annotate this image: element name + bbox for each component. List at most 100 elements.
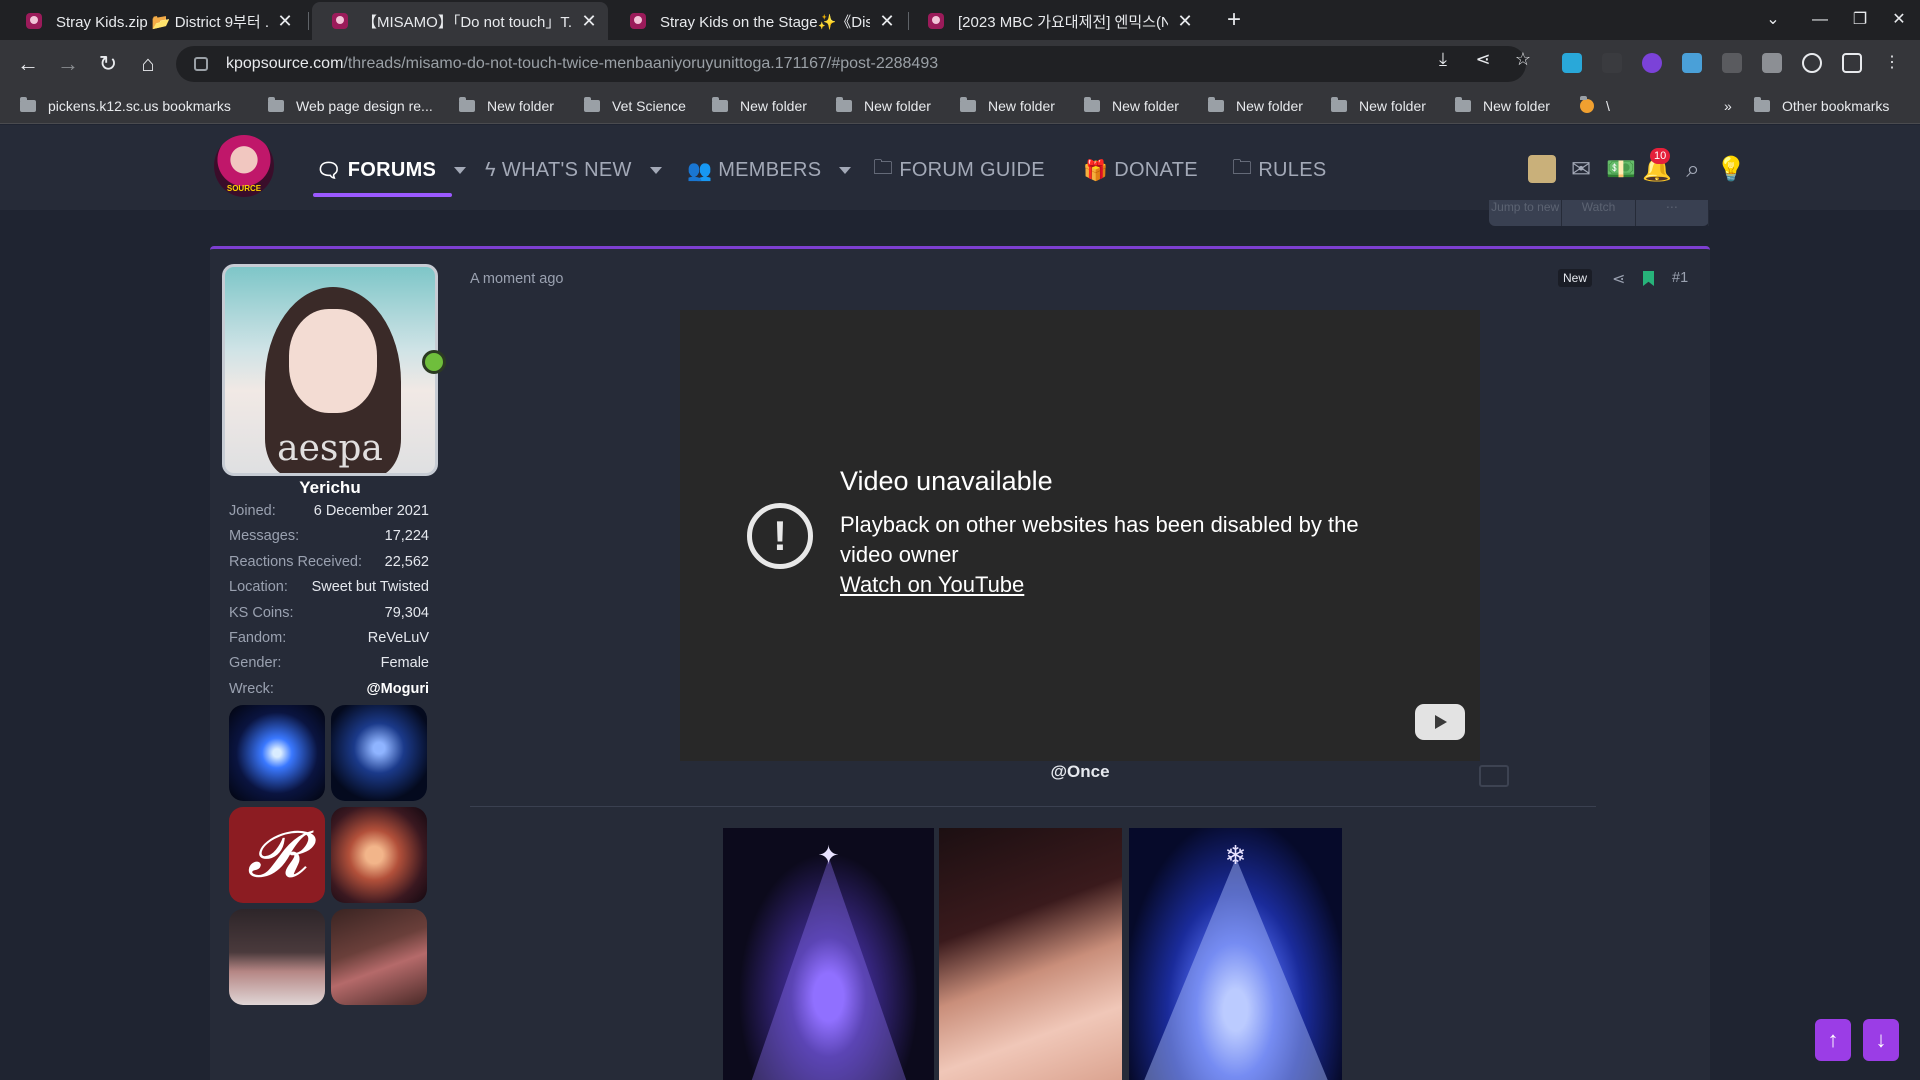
lightbulb-icon[interactable]: 💡: [1716, 155, 1746, 185]
bookmark-star-icon[interactable]: ☆: [1512, 48, 1534, 70]
blue-christmas-tree-image[interactable]: ❄: [1129, 828, 1342, 1080]
post-number[interactable]: #1: [1672, 270, 1688, 286]
performer-photo-badge[interactable]: [331, 909, 427, 1005]
folder-icon: [1754, 97, 1770, 112]
scroll-to-top-button[interactable]: ↑: [1815, 1019, 1851, 1061]
bookmark-item[interactable]: Web page design re...: [268, 96, 433, 116]
bookmark-item[interactable]: \: [1580, 96, 1610, 116]
browser-tab-2[interactable]: 【MISAMO】「Do not touch」T... ✕: [312, 2, 608, 40]
browser-tab-1[interactable]: Stray Kids.zip 📂 District 9부터 ... ✕: [6, 2, 304, 40]
galaxy-badge[interactable]: [229, 705, 325, 801]
bookmark-item[interactable]: New folder: [712, 96, 807, 116]
close-tab-icon[interactable]: ✕: [1176, 11, 1194, 32]
minimize-button[interactable]: —: [1803, 6, 1837, 34]
tab-divider: [308, 12, 309, 30]
extension-k-icon[interactable]: [1642, 53, 1662, 73]
nav-donate[interactable]: 🎁 DONATE: [1083, 155, 1198, 185]
address-bar[interactable]: kpopsource.com /threads/misamo-do-not-to…: [176, 46, 1526, 82]
extension-figure-icon[interactable]: [1602, 53, 1622, 73]
extensions-puzzle-icon[interactable]: [1762, 53, 1782, 73]
tab-strip: Stray Kids.zip 📂 District 9부터 ... ✕ 【MIS…: [0, 0, 1920, 40]
username[interactable]: Yerichu: [230, 478, 430, 498]
post-timestamp[interactable]: A moment ago: [470, 271, 564, 287]
thread-tools-button[interactable]: ⋯: [1636, 200, 1709, 226]
inbox-icon[interactable]: ✉: [1566, 155, 1596, 185]
bookmark-item[interactable]: New folder: [1208, 96, 1303, 116]
snowflake-icon: ❄: [1224, 840, 1247, 870]
back-button[interactable]: ←: [14, 50, 42, 78]
picture-in-picture-icon[interactable]: [1479, 765, 1509, 787]
tab-title: Stray Kids.zip 📂 District 9부터 ...: [56, 13, 268, 31]
star-cluster-badge[interactable]: [331, 705, 427, 801]
extension-sync-icon[interactable]: [1802, 53, 1822, 73]
red-velvet-logo-badge[interactable]: 𝓡: [229, 807, 325, 903]
browser-tab-4[interactable]: [2023 MBC 가요대제전] 엔믹스(NM... ✕: [908, 2, 1204, 40]
restore-button[interactable]: ❐: [1843, 6, 1877, 34]
bookmark-item[interactable]: New folder: [1084, 96, 1179, 116]
extension-cloud-icon[interactable]: [1562, 53, 1582, 73]
nav-members[interactable]: 👥 MEMBERS: [687, 155, 852, 185]
url-path: /threads/misamo-do-not-touch-twice-menba…: [343, 55, 939, 72]
bookmark-item[interactable]: Vet Science: [584, 96, 686, 116]
stat-joined: Joined: 6 December 2021: [229, 503, 429, 519]
bookmark-item[interactable]: New folder: [459, 96, 554, 116]
home-button[interactable]: ⌂: [134, 50, 162, 78]
reload-button[interactable]: ↻: [94, 50, 122, 78]
coins-icon[interactable]: 💵: [1606, 155, 1636, 185]
site-logo[interactable]: SOURCE: [214, 135, 274, 197]
stat-fandom: Fandom: ReVeLuV: [229, 629, 429, 646]
bookmark-item[interactable]: pickens.k12.sc.us bookmarks: [20, 96, 231, 116]
close-tab-icon[interactable]: ✕: [580, 11, 598, 32]
youtube-logo-icon[interactable]: [1415, 704, 1465, 740]
bookmark-item[interactable]: New folder: [836, 96, 931, 116]
stat-gender: Gender: Female: [229, 655, 429, 672]
nav-rules[interactable]: 🗀 RULES: [1232, 155, 1327, 185]
nebula-badge[interactable]: [331, 807, 427, 903]
stat-ks-coins: KS Coins: 79,304: [229, 604, 429, 621]
side-panel-icon[interactable]: [1842, 53, 1862, 73]
folder-icon: [712, 97, 728, 112]
chevron-down-icon[interactable]: [839, 166, 852, 174]
scroll-to-bottom-button[interactable]: ↓: [1863, 1019, 1899, 1061]
account-avatar[interactable]: [1528, 155, 1556, 183]
extension-qr-icon[interactable]: [1722, 53, 1742, 73]
close-tab-icon[interactable]: ✕: [878, 11, 896, 32]
youtube-embed[interactable]: ! Video unavailable Playback on other we…: [680, 310, 1480, 761]
folder-icon: [1084, 97, 1100, 112]
close-window-button[interactable]: ✕: [1882, 6, 1916, 34]
performer-photo[interactable]: [939, 828, 1122, 1080]
tab-search-chevron-icon[interactable]: ⌄: [1756, 6, 1790, 34]
close-tab-icon[interactable]: ✕: [276, 11, 294, 32]
folder-icon: 🗀: [873, 157, 894, 179]
nav-whats-new[interactable]: ϟ WHAT'S NEW: [485, 155, 662, 185]
user-avatar[interactable]: aespa: [222, 264, 438, 476]
new-tab-button[interactable]: +: [1220, 6, 1248, 34]
other-bookmarks[interactable]: Other bookmarks: [1754, 96, 1889, 116]
content-divider: [470, 806, 1596, 807]
folder-icon: [1208, 97, 1224, 112]
chevron-down-icon[interactable]: [454, 166, 467, 174]
bookmark-item[interactable]: New folder: [1331, 96, 1426, 116]
share-icon[interactable]: ⋖: [1612, 269, 1625, 289]
watch-on-youtube-link[interactable]: Watch on YouTube: [840, 572, 1024, 598]
nav-forums[interactable]: 🗨 FORUMS: [316, 155, 467, 185]
user-badges: 𝓡: [229, 705, 429, 1005]
bookmarks-overflow-button[interactable]: »: [1724, 96, 1732, 116]
browser-tab-3[interactable]: Stray Kids on the Stage✨《Dist... ✕: [610, 2, 906, 40]
user-mention[interactable]: @Once: [880, 762, 1280, 782]
christmas-tree-image[interactable]: ✦: [723, 828, 934, 1080]
chevron-down-icon[interactable]: [649, 166, 662, 174]
bookmark-item[interactable]: New folder: [960, 96, 1055, 116]
browser-menu-icon[interactable]: ⋮: [1882, 53, 1902, 73]
search-icon[interactable]: ⌕: [1678, 155, 1708, 185]
watch-button[interactable]: Watch: [1562, 200, 1636, 226]
share-icon[interactable]: ⋖: [1472, 48, 1494, 70]
jump-to-new-button[interactable]: Jump to new: [1489, 200, 1563, 226]
install-app-icon[interactable]: ⤓: [1432, 48, 1454, 70]
site-info-icon[interactable]: [194, 57, 208, 71]
forward-button[interactable]: →: [54, 50, 82, 78]
extension-photo-icon[interactable]: [1682, 53, 1702, 73]
bookmark-item[interactable]: New folder: [1455, 96, 1550, 116]
nav-forum-guide[interactable]: 🗀 FORUM GUIDE: [873, 155, 1045, 185]
stage-photo-badge[interactable]: [229, 909, 325, 1005]
